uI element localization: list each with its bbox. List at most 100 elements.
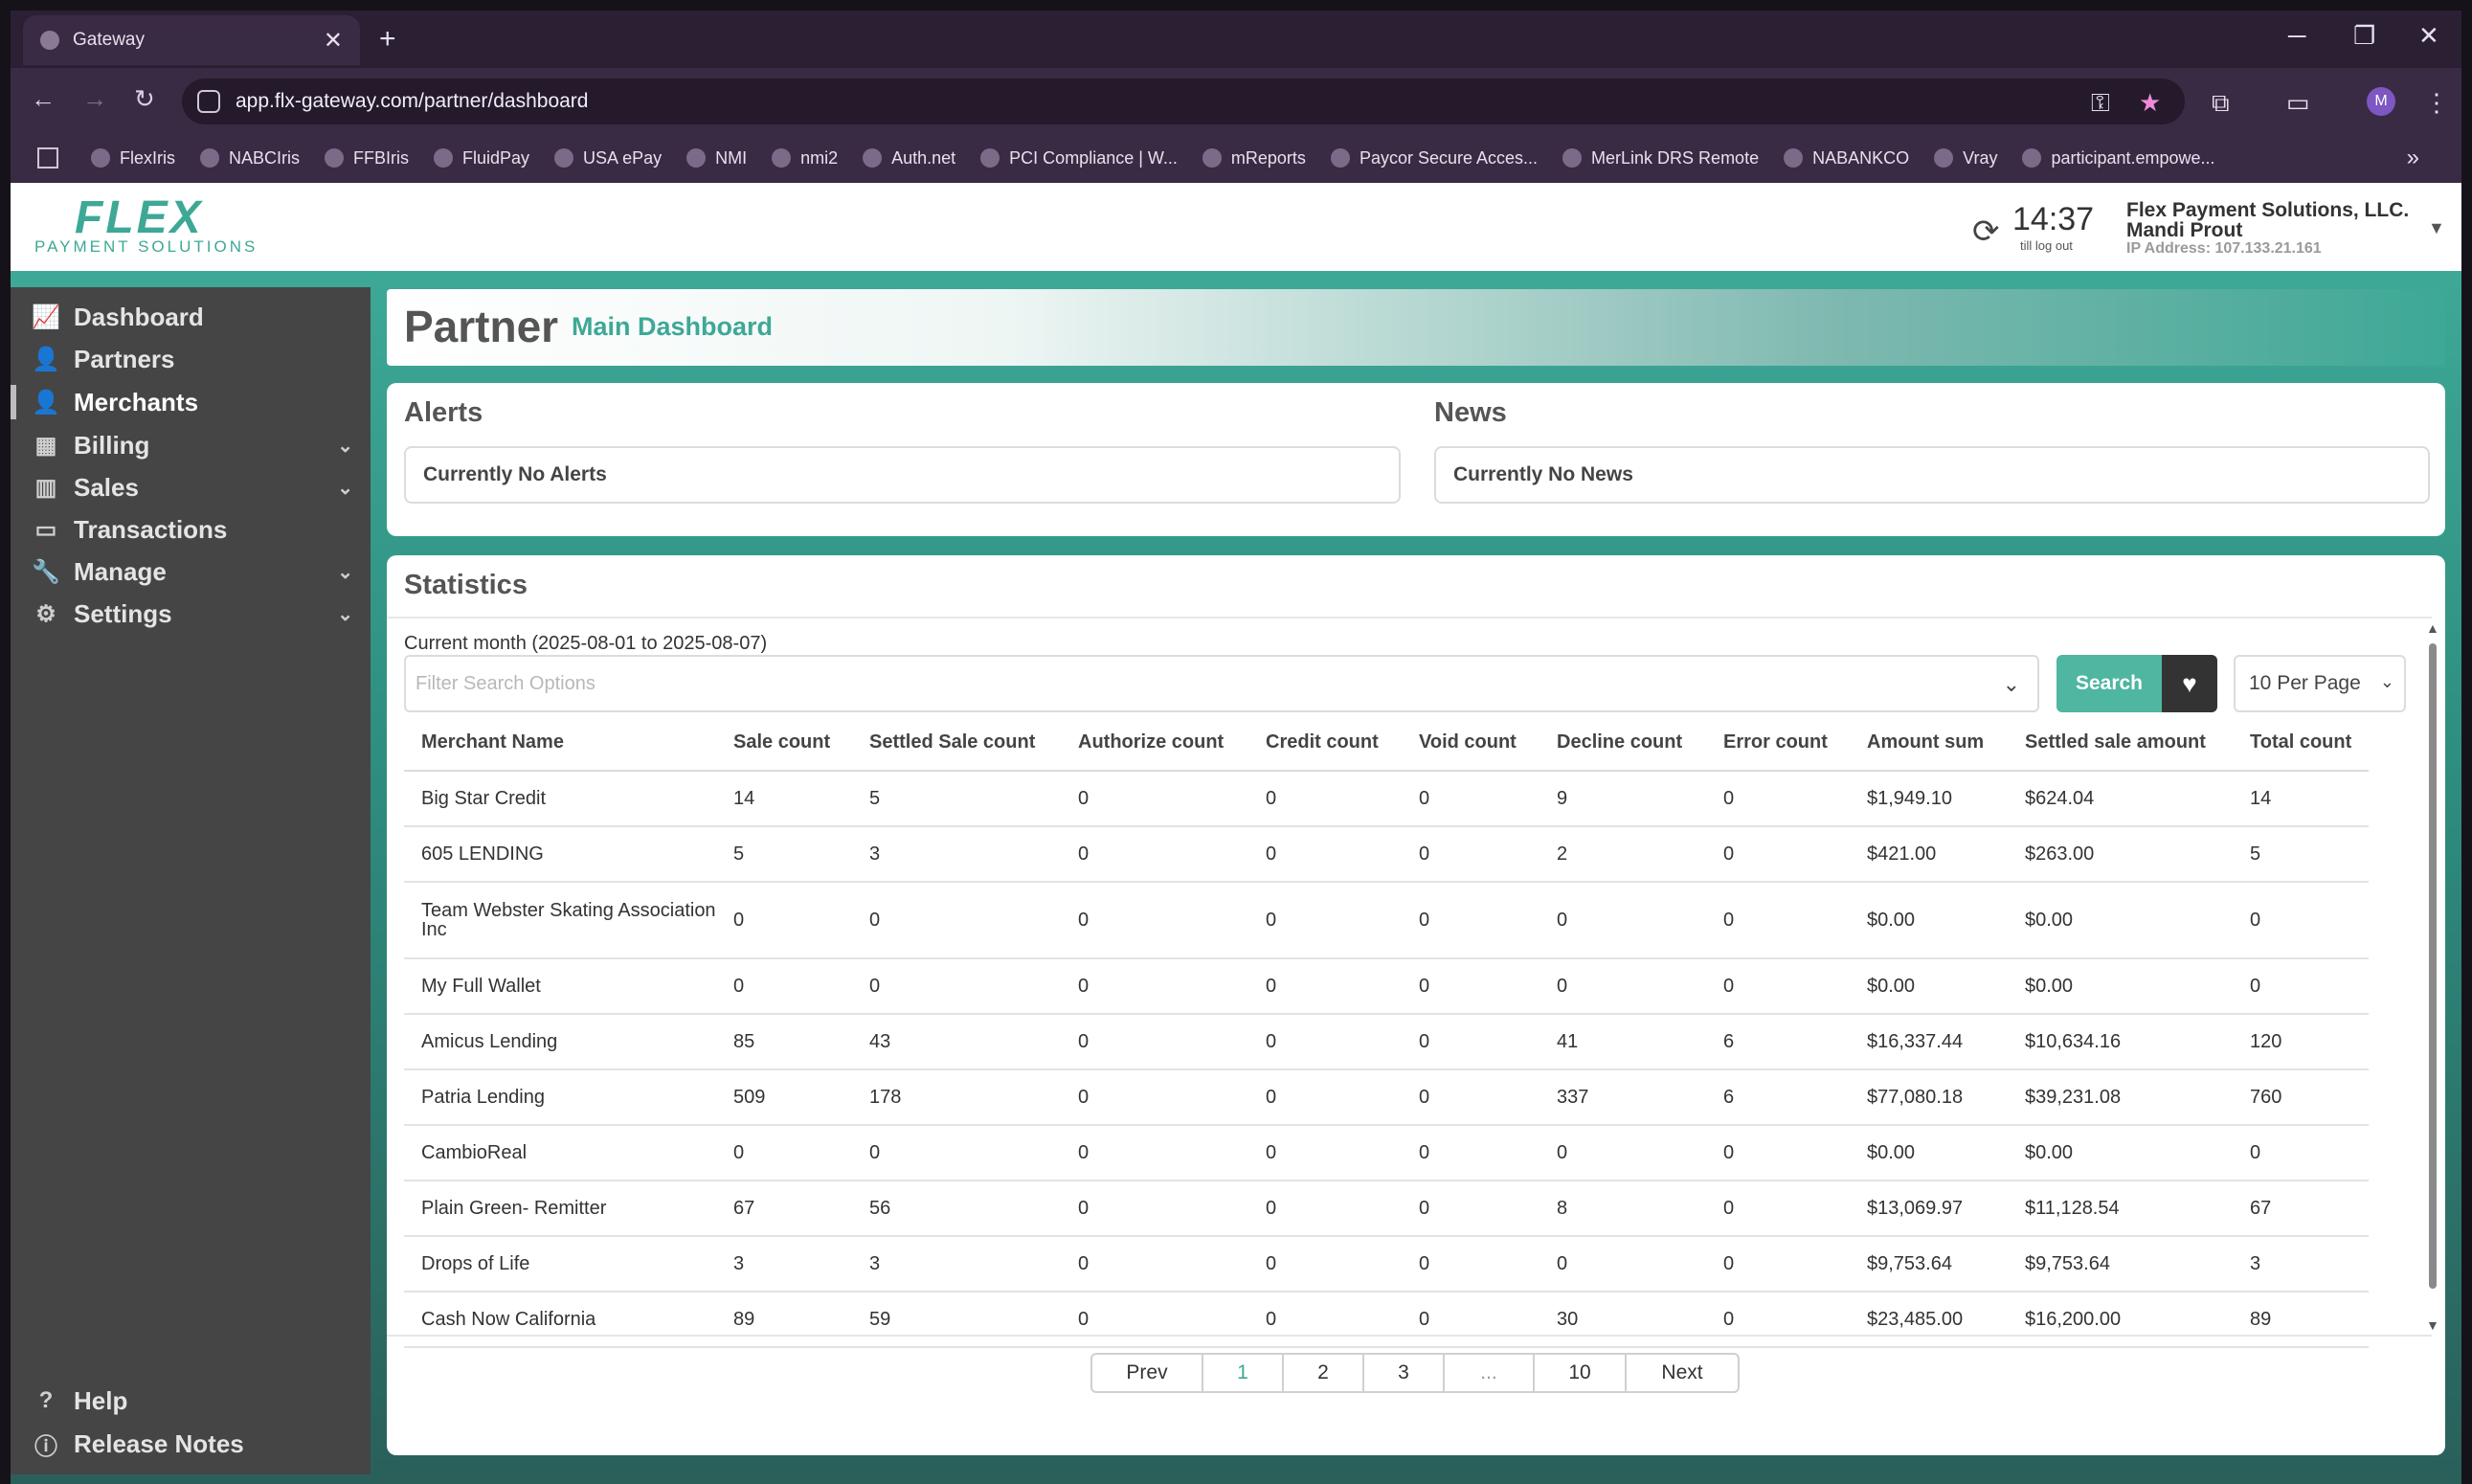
table-row[interactable]: Team Webster Skating Association Inc 0 0 0 0… [404,882,2369,959]
gear-icon: ⚙ [35,600,56,627]
table-row[interactable]: Big Star Credit 14 5 0 0 0 9 0 $1,949.10 $624.04 1… [404,771,2369,827]
address-bar[interactable]: app.flx-gateway.com/partner/dashboard [182,79,2185,124]
column-header[interactable]: Merchant Name [404,715,716,772]
table-cell: 6 [1706,1069,1850,1126]
sidebar-item-billing[interactable]: ▦ Billing ⌄ [11,424,371,466]
pagination-page[interactable]: 3 [1364,1355,1445,1391]
table-row[interactable]: Plain Green- Remitter 67 56 0 0 0 8 0 $13,069.97… [404,1180,2369,1237]
table-cell: $0.00 [2008,882,2233,959]
bookmark-item[interactable]: Auth.net [863,148,955,169]
profile-avatar[interactable]: M [2367,87,2395,116]
table-row[interactable]: Patria Lending 509 178 0 0 0 337 6 $77,080.18 $39… [404,1069,2369,1126]
sidebar-item-release-notes[interactable]: ⓘ Release Notes [11,1423,371,1465]
bookmark-item[interactable]: Vray [1934,148,1997,169]
back-icon[interactable]: ← [31,84,56,114]
browser-tab[interactable]: Gateway ✕ [23,15,360,65]
column-header[interactable]: Settled Sale count [852,715,1061,772]
table-row[interactable]: 605 LENDING 5 3 0 0 0 2 0 $421.00 $263.00 5 [404,826,2369,883]
bookmark-item[interactable]: MerLink DRS Remote [1562,148,1759,169]
user-menu-caret-icon[interactable]: ▼ [2428,218,2445,238]
column-header[interactable]: Void count [1402,715,1539,772]
column-header[interactable]: Error count [1706,715,1850,772]
filter-search-select[interactable]: Filter Search Options ⌄ [404,655,2039,712]
reload-icon[interactable]: ↻ [134,84,155,114]
bookmark-item[interactable]: PCI Compliance | W... [980,148,1178,169]
table-row[interactable]: Amicus Lending 85 43 0 0 0 41 6 $16,337.44 $10,63… [404,1014,2369,1070]
sidebar-item-dashboard[interactable]: 📈 Dashboard [11,296,371,338]
bookmark-favicon-icon [980,148,1000,168]
bookmark-item[interactable]: NABCIris [200,148,300,169]
column-header[interactable]: Credit count [1248,715,1402,772]
table-cell: 0 [716,958,852,1015]
scroll-up-icon[interactable]: ▲ [2426,620,2439,636]
pagination-next[interactable]: Next [1627,1355,1738,1391]
column-header[interactable]: Sale count [716,715,852,772]
sidebar-item-sales[interactable]: ▥ Sales ⌄ [11,466,371,508]
bookmark-favicon-icon [1934,148,1954,168]
table-row[interactable]: Cash Now California 89 59 0 0 0 30 0 $23,485.00 $… [404,1292,2369,1348]
table-row[interactable]: Drops of Life 3 3 0 0 0 0 0 $9,753.64 $9,753.64 3 [404,1236,2369,1293]
bookmark-item[interactable]: participant.empowe... [2022,148,2215,169]
window-close-icon[interactable]: ✕ [2418,21,2439,51]
key-icon[interactable]: ⚿ [2091,88,2110,119]
scroll-down-icon[interactable]: ▼ [2426,1317,2439,1333]
extensions-icon[interactable]: ⧉ [2212,88,2230,119]
bookmark-item[interactable]: NMI [686,148,747,169]
table-row[interactable]: CambioReal 0 0 0 0 0 0 0 $0.00 $0.00 0 [404,1125,2369,1181]
refresh-session-icon[interactable]: ⟳ [1972,213,2000,251]
column-header[interactable]: Amount sum [1850,715,2008,772]
column-header[interactable]: Settled sale amount [2008,715,2233,772]
table-row[interactable]: My Full Wallet 0 0 0 0 0 0 0 $0.00 $0.00 0 [404,958,2369,1015]
bookmark-item[interactable]: FluidPay [434,148,529,169]
bookmark-item[interactable]: FFBIris [325,148,409,169]
bookmark-star-icon[interactable]: ★ [2139,88,2161,118]
sidebar-item-transactions[interactable]: ▭ Transactions [11,508,371,551]
site-info-icon[interactable] [197,90,220,113]
user-name[interactable]: Mandi Prout [2126,219,2242,242]
tab-close-icon[interactable]: ✕ [324,27,343,55]
column-header[interactable]: Decline count [1539,715,1706,772]
bookmark-item[interactable]: Paycor Secure Acces... [1330,148,1538,169]
bookmark-item[interactable]: FlexIris [91,148,175,169]
chevron-down-icon: ⌄ [337,603,353,625]
table-cell: 0 [1539,1236,1706,1293]
table-cell: 337 [1539,1069,1706,1126]
sidebar-item-settings[interactable]: ⚙ Settings ⌄ [11,593,371,635]
more-bookmarks-icon[interactable]: » [2407,145,2419,171]
bookmark-favicon-icon [2022,148,2042,168]
table-cell: 0 [1402,1069,1539,1126]
scrollbar-thumb[interactable] [2429,643,2437,1289]
table-cell: 0 [1061,882,1248,959]
bookmark-item[interactable]: USA ePay [554,148,662,169]
per-page-value: 10 Per Page [2249,672,2361,694]
per-page-select[interactable]: 10 Per Page ⌄ [2234,655,2406,712]
column-header[interactable]: Authorize count [1061,715,1248,772]
sidebar-item-help[interactable]: ? Help [11,1380,371,1422]
bookmark-item[interactable]: mReports [1202,148,1306,169]
table-cell: 85 [716,1014,852,1070]
bookmark-item[interactable]: nmi2 [772,148,838,169]
minimize-icon[interactable]: ─ [2288,21,2305,51]
new-tab-icon[interactable]: + [379,23,396,56]
table-cell: 0 [1706,1125,1850,1181]
bookmark-item[interactable]: NABANKCO [1784,148,1909,169]
cast-icon[interactable]: ▭ [2286,88,2310,118]
merchant-name-cell: Big Star Credit [404,771,716,827]
forward-icon[interactable]: → [82,84,107,114]
pagination-prev[interactable]: Prev [1092,1355,1203,1391]
apps-grid-icon[interactable] [37,147,58,169]
column-header[interactable]: Total count [2233,715,2369,772]
favorite-heart-icon[interactable]: ♥ [2162,655,2217,712]
sidebar-item-manage[interactable]: 🔧 Manage ⌄ [11,551,371,593]
table-scrollbar[interactable]: ▲ ▼ [2426,620,2439,1333]
table-cell: $23,485.00 [1850,1292,2008,1348]
pagination-page[interactable]: 10 [1535,1355,1627,1391]
pagination-page[interactable]: 2 [1284,1355,1364,1391]
browser-menu-icon[interactable]: ⋮ [2424,88,2449,118]
sidebar-item-partners[interactable]: 👤 Partners [11,338,371,380]
pagination-page[interactable]: 1 [1203,1355,1284,1391]
restore-icon[interactable]: ❐ [2353,21,2375,51]
bar-chart-icon: ▥ [34,474,57,501]
search-button[interactable]: Search [2056,655,2162,712]
sidebar-item-merchants[interactable]: 👤 Merchants [11,381,371,423]
